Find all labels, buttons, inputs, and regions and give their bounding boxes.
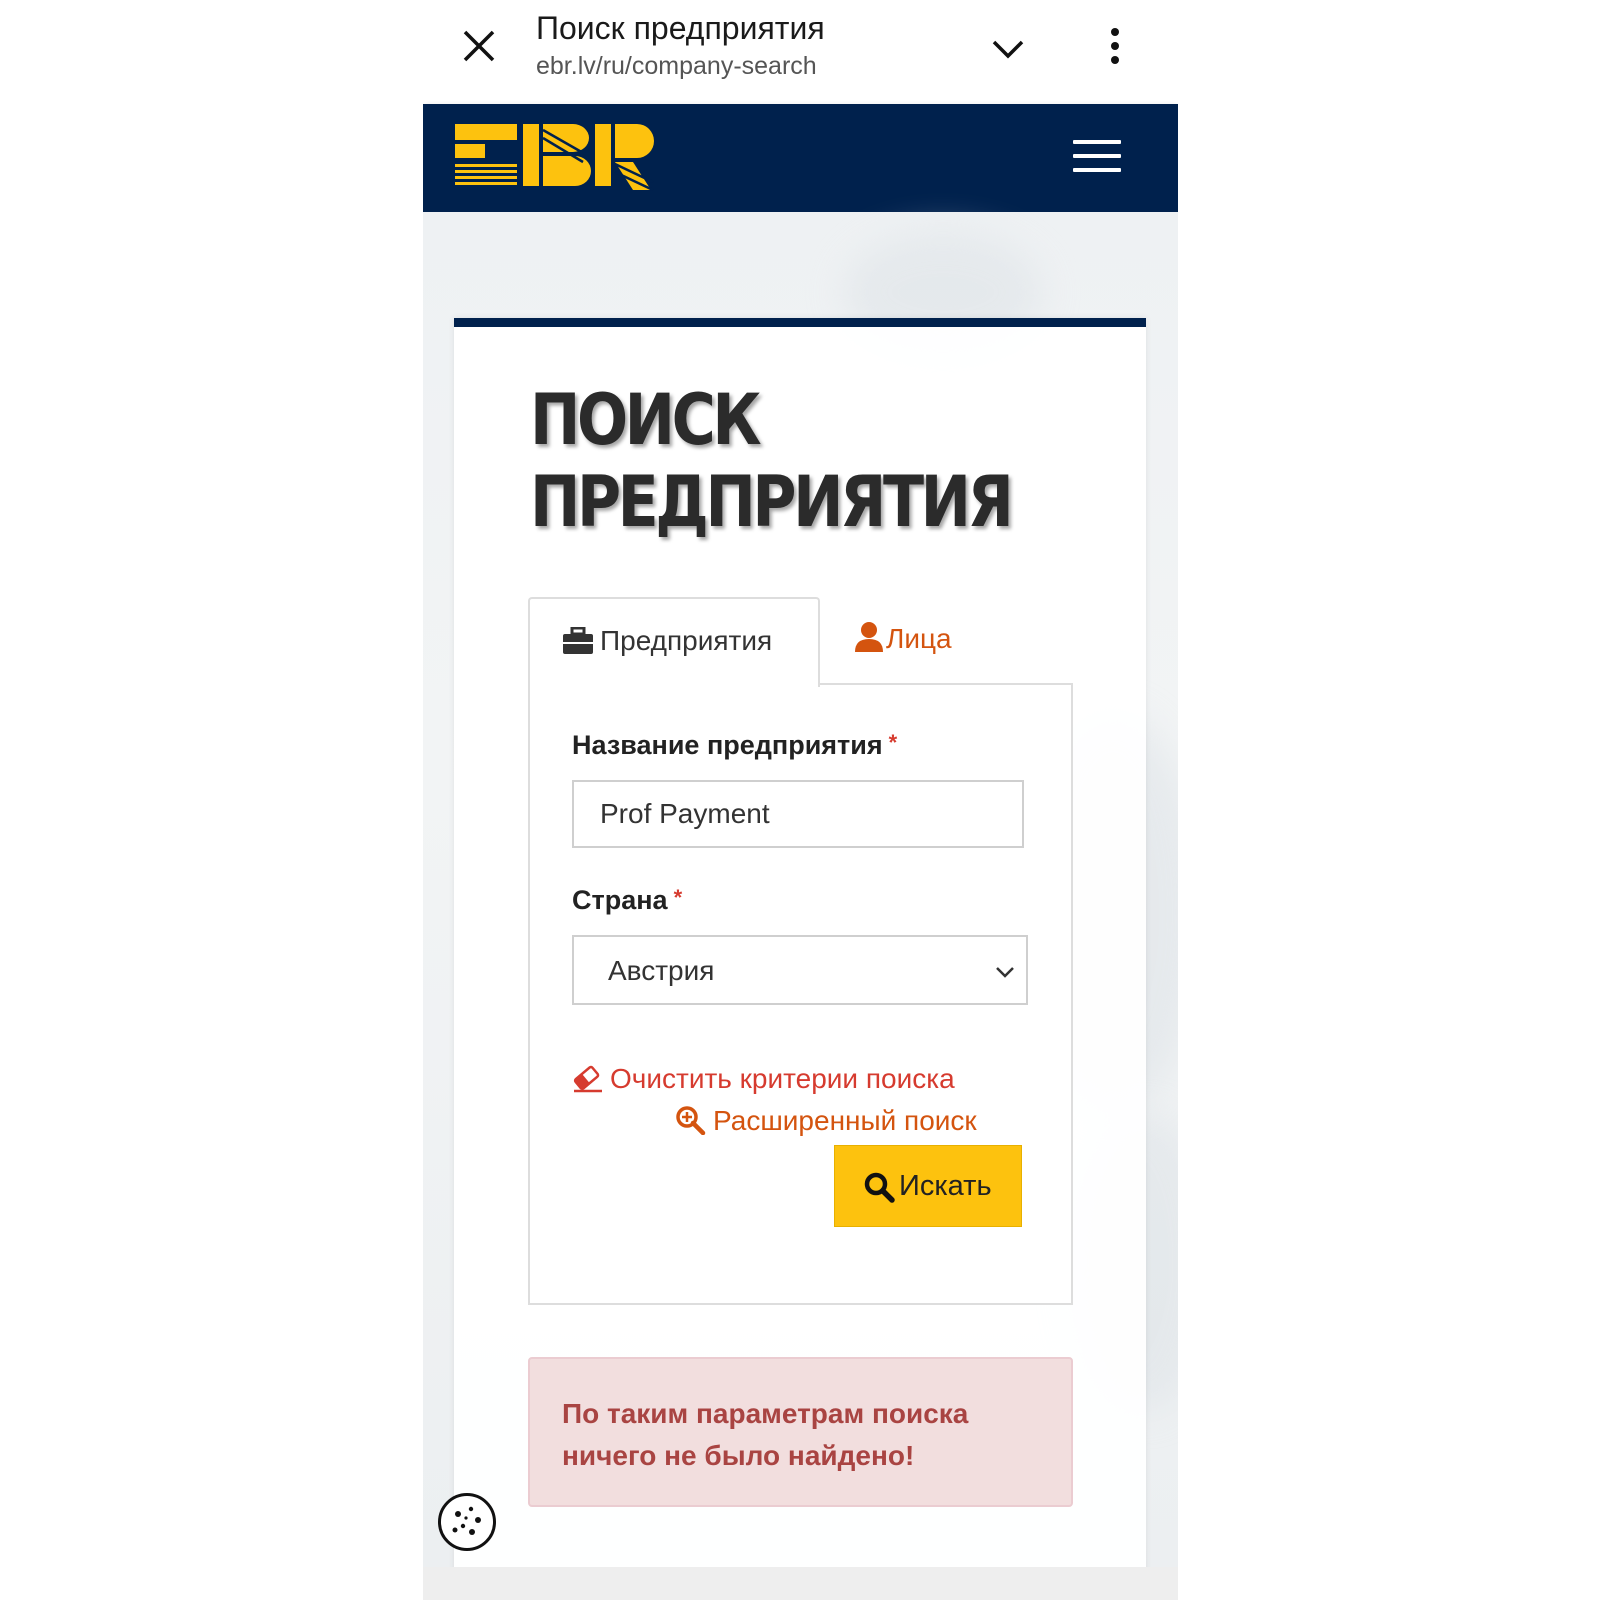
chevron-down-icon — [992, 40, 1024, 59]
menu-line — [1073, 168, 1121, 172]
search-form: Название предприятия* Страна* Австрия — [528, 683, 1073, 1305]
no-results-alert: По таким параметрам поиска ничего не был… — [528, 1357, 1073, 1507]
close-tab-button[interactable] — [459, 26, 499, 66]
no-results-message: По таким параметрам поиска ничего не был… — [562, 1398, 969, 1471]
search-button-label: Искать — [899, 1170, 992, 1202]
company-name-label-text: Название предприятия — [572, 730, 883, 760]
hamburger-menu-button[interactable] — [1073, 140, 1121, 176]
heading-line-2: ПРЕДПРИЯТИЯ — [530, 461, 1014, 543]
company-name-input[interactable] — [572, 780, 1024, 848]
ebr-logo-icon — [455, 124, 654, 192]
close-icon — [463, 30, 495, 62]
country-select[interactable]: Австрия — [572, 935, 1028, 1005]
ebr-logo[interactable] — [455, 124, 655, 194]
browser-toolbar: Поиск предприятия ebr.lv/ru/company-sear… — [423, 0, 1178, 104]
browser-viewport: Поиск предприятия ebr.lv/ru/company-sear… — [423, 0, 1178, 1600]
tab-companies-label: Предприятия — [600, 625, 773, 656]
tab-companies[interactable]: Предприятия — [528, 597, 820, 687]
country-label-text: Страна — [572, 885, 668, 915]
cookie-icon — [452, 1506, 481, 1535]
required-mark: * — [888, 730, 898, 755]
search-button[interactable]: Искать — [834, 1145, 1022, 1227]
browser-url[interactable]: ebr.lv/ru/company-search — [536, 52, 817, 81]
person-icon — [855, 622, 883, 652]
tab-persons-label: Лица — [886, 623, 952, 654]
required-mark: * — [673, 885, 683, 910]
advanced-search-link[interactable]: Расширенный поиск — [675, 1105, 977, 1137]
expand-button[interactable] — [988, 30, 1028, 66]
site-header — [423, 104, 1178, 212]
clear-criteria-label: Очистить критерии поиска — [610, 1063, 955, 1094]
page-heading: ПОИСК ПРЕДПРИЯТИЯ — [530, 379, 1014, 543]
advanced-search-label: Расширенный поиск — [713, 1105, 977, 1136]
search-plus-icon — [676, 1106, 706, 1135]
more-options-button[interactable] — [1103, 24, 1127, 68]
more-vertical-icon — [1111, 28, 1119, 64]
menu-line — [1073, 140, 1121, 144]
briefcase-icon — [563, 627, 593, 654]
chevron-down-icon — [996, 967, 1014, 978]
heading-line-1: ПОИСК — [530, 379, 762, 461]
clear-criteria-link[interactable]: Очистить критерии поиска — [572, 1063, 955, 1095]
browser-bottom-bar — [423, 1567, 1178, 1600]
country-select-value: Австрия — [608, 955, 715, 986]
menu-line — [1073, 154, 1121, 158]
company-name-label: Название предприятия * — [572, 730, 897, 761]
browser-page-title: Поиск предприятия — [536, 10, 825, 46]
search-icon — [864, 1172, 895, 1203]
country-label: Страна * — [572, 885, 682, 916]
search-card: ПОИСК ПРЕДПРИЯТИЯ Предприятия Лица Назва… — [454, 318, 1146, 1576]
eraser-icon — [573, 1065, 602, 1093]
tab-persons[interactable]: Лица — [846, 597, 1006, 685]
cookie-settings-button[interactable] — [438, 1493, 496, 1551]
